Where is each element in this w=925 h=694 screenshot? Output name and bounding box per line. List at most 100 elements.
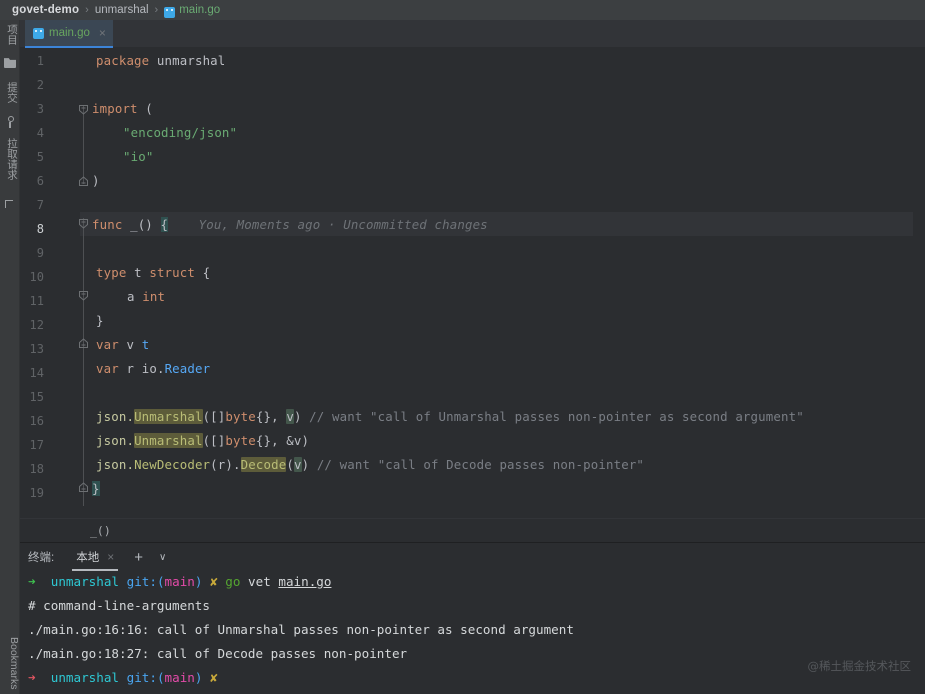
- code-line-16: json.Unmarshal([]byte{}, v) // want "cal…: [96, 409, 804, 424]
- token-pkg-json: json.: [96, 409, 135, 424]
- token-string-encoding-json: "encoding/json": [123, 125, 238, 140]
- prompt-branch: main: [164, 670, 195, 685]
- token-keyword-var: var: [96, 361, 119, 376]
- prompt-dirty-icon: ✘: [210, 574, 218, 589]
- fold-end-icon[interactable]: [78, 338, 89, 349]
- breadcrumb-item-package[interactable]: unmarshal: [95, 4, 149, 16]
- token-type-int: int: [142, 289, 166, 304]
- terminal-title: 终端:: [28, 552, 55, 564]
- prompt-dir: unmarshal: [50, 670, 120, 685]
- sidebar-item-pull-requests[interactable]: 拉取请求: [0, 138, 20, 180]
- fold-collapse-icon[interactable]: [78, 290, 89, 301]
- code-line-8: func _() { You, Moments ago · Uncommitte…: [92, 217, 488, 232]
- left-tool-strip: 项目 提交 拉取请求: [0, 20, 20, 694]
- command-file[interactable]: main.go: [278, 574, 331, 589]
- prompt-git: git:: [126, 670, 157, 685]
- terminal-line-prompt: ➜ unmarshal git:(main) ✘ go vet main.go: [28, 574, 331, 589]
- plus-icon[interactable]: +: [134, 550, 143, 565]
- breadcrumb-separator: ›: [85, 4, 89, 16]
- token-arg-v: v: [293, 433, 302, 448]
- close-icon[interactable]: ×: [107, 550, 114, 564]
- line-number: 6: [36, 174, 44, 188]
- prompt-dir: unmarshal: [50, 574, 120, 589]
- terminal-line-output: ./main.go:18:27: call of Decode passes n…: [28, 646, 408, 661]
- token-fn-unmarshal: Unmarshal: [134, 433, 203, 448]
- terminal-panel: 终端: 本地 × + ∨ ➜ unmarshal git:(main) ✘ go…: [20, 542, 925, 694]
- code-line-17: json.Unmarshal([]byte{}, &v): [96, 433, 310, 448]
- token-type-t: t: [141, 337, 150, 352]
- symbol-name: _(): [90, 523, 111, 538]
- line-number: 2: [36, 78, 44, 92]
- code-line-10: type t struct {: [96, 265, 211, 280]
- line-number: 15: [29, 390, 44, 404]
- token-func-name: _(): [130, 217, 153, 232]
- fold-collapse-icon[interactable]: [78, 104, 89, 115]
- token-type-reader: Reader: [164, 361, 211, 376]
- token-fn-decode: Decode: [240, 457, 287, 472]
- token-type-byte: byte: [225, 433, 256, 448]
- token-type-name: t: [134, 265, 142, 280]
- breadcrumb: govet-demo › unmarshal › main.go: [0, 0, 925, 20]
- sidebar-item-bookmarks[interactable]: Bookmarks: [0, 637, 20, 690]
- token-comment-16: // want "call of Unmarshal passes non-po…: [309, 409, 804, 424]
- token-field-a: a: [127, 289, 135, 304]
- code-line-1: package unmarshal: [96, 53, 225, 68]
- commit-icon[interactable]: [4, 116, 16, 128]
- breadcrumb-item-file[interactable]: main.go: [179, 4, 220, 16]
- code-line-4: "encoding/json": [123, 125, 237, 140]
- sidebar-item-commit[interactable]: 提交: [0, 82, 20, 103]
- token-fn-newdecoder: NewDecoder: [134, 457, 211, 472]
- terminal-output[interactable]: ➜ unmarshal git:(main) ✘ go vet main.go …: [20, 571, 925, 694]
- code-line-11: a int: [127, 289, 165, 304]
- breadcrumb-item-project[interactable]: govet-demo: [12, 4, 79, 16]
- token-fn-unmarshal: Unmarshal: [134, 409, 203, 424]
- line-number: 16: [29, 414, 44, 428]
- code-line-3: import (: [92, 101, 153, 116]
- terminal-tab-local[interactable]: 本地 ×: [70, 543, 120, 571]
- line-number: 7: [36, 198, 44, 212]
- folder-icon[interactable]: [4, 58, 16, 68]
- line-number: 9: [36, 246, 44, 260]
- code-line-14: var r io.Reader: [96, 361, 210, 376]
- fold-end-icon[interactable]: [78, 176, 89, 187]
- chevron-down-icon[interactable]: ∨: [159, 552, 166, 563]
- command-args: vet: [248, 574, 271, 589]
- code-line-19: }: [92, 481, 100, 496]
- command-name: go: [225, 574, 241, 589]
- sidebar-item-project[interactable]: 项目: [0, 24, 20, 45]
- go-file-icon: [33, 27, 44, 39]
- fold-collapse-icon[interactable]: [78, 218, 89, 229]
- code-line-13: var v t: [96, 337, 149, 352]
- prompt-paren: (: [156, 574, 165, 589]
- fold-end-icon[interactable]: [78, 482, 89, 493]
- prompt-git: git:: [126, 574, 157, 589]
- prompt-arrow-icon: ➜: [28, 574, 36, 589]
- editor-scrollbar[interactable]: [913, 96, 925, 518]
- terminal-line-output: ./main.go:16:16: call of Unmarshal passe…: [28, 622, 574, 637]
- prompt-paren: (: [156, 670, 165, 685]
- pull-request-icon[interactable]: [4, 198, 16, 210]
- editor-gutter[interactable]: 1 2 3 4 5 6 7 8 9 10 11 12 13 14 15 16 1…: [20, 48, 88, 518]
- line-number: 11: [29, 294, 44, 308]
- token-ident-r: r: [126, 361, 135, 376]
- prompt-dirty-icon: ✘: [210, 670, 218, 685]
- code-line-5: "io": [123, 149, 153, 164]
- breadcrumb-separator: ›: [154, 4, 159, 16]
- terminal-tab-label: 本地: [76, 552, 100, 564]
- prompt-arrow-icon: ➜: [28, 670, 36, 685]
- token-keyword-type: type: [96, 265, 127, 280]
- code-editor[interactable]: 1 2 3 4 5 6 7 8 9 10 11 12 13 14 15 16 1…: [20, 48, 925, 518]
- prompt-branch: main: [164, 574, 195, 589]
- tab-main-go[interactable]: main.go ×: [25, 20, 113, 48]
- token-keyword-var: var: [96, 337, 119, 352]
- code-line-18: json.NewDecoder(r).Decode(v) // want "ca…: [96, 457, 645, 472]
- token-pkg-json: json.: [96, 433, 135, 448]
- close-icon[interactable]: ×: [99, 27, 106, 39]
- line-number: 4: [36, 126, 44, 140]
- go-file-icon: [164, 6, 176, 18]
- line-number: 17: [29, 438, 44, 452]
- editor-symbol-breadcrumb[interactable]: _(): [20, 518, 925, 542]
- token-arg-v: v: [286, 409, 294, 424]
- token-comment-18: // want "call of Decode passes non-point…: [316, 457, 645, 472]
- token-package-name: unmarshal: [156, 53, 226, 68]
